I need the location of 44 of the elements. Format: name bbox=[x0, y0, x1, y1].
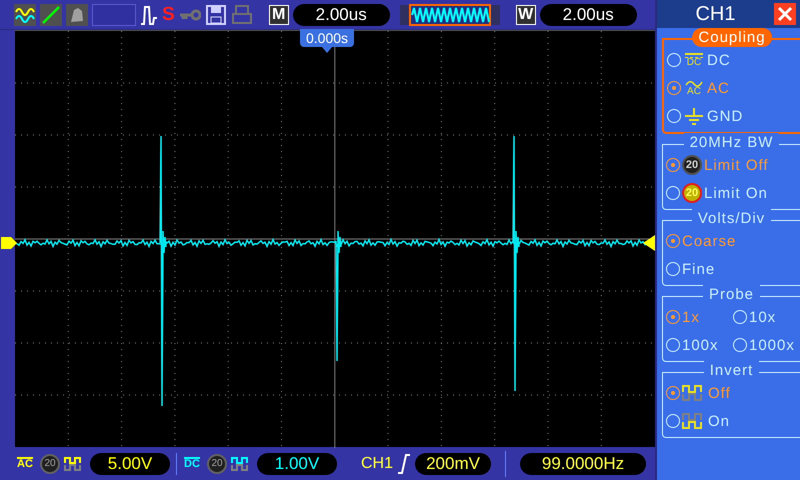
frequency-value: 99.0000Hz bbox=[520, 452, 646, 474]
bandwidth-icon: 20 bbox=[207, 454, 227, 474]
close-button[interactable] bbox=[774, 3, 796, 25]
channel-marker-icon bbox=[1, 235, 17, 251]
menu-title: CH1 bbox=[694, 4, 736, 24]
window-label[interactable]: W bbox=[516, 4, 536, 24]
radio-button[interactable] bbox=[666, 310, 680, 324]
timebase-value: 2.00us bbox=[292, 4, 390, 26]
option-label[interactable]: On bbox=[708, 414, 730, 428]
option-label[interactable]: DC bbox=[707, 52, 731, 68]
option-label[interactable]: AC bbox=[707, 80, 730, 96]
bandwidth-limit-icon: 20 bbox=[682, 183, 702, 203]
option-label[interactable]: Off bbox=[708, 386, 731, 400]
pulse-icon[interactable] bbox=[140, 4, 158, 26]
option-label[interactable]: 1x bbox=[682, 310, 700, 324]
radio-button[interactable] bbox=[666, 234, 680, 248]
waveform-window-icon[interactable] bbox=[400, 4, 500, 26]
line-icon[interactable] bbox=[40, 4, 62, 26]
volts-per-div-value: 1.00V bbox=[257, 452, 337, 474]
ground-icon bbox=[683, 106, 705, 126]
bandwidth-icon: 20 bbox=[40, 454, 60, 474]
dual-wave-icon[interactable] bbox=[14, 4, 36, 26]
option-label[interactable]: 10x bbox=[749, 310, 776, 324]
save-mode-text[interactable]: S bbox=[162, 5, 175, 24]
group-title: Coupling bbox=[692, 28, 772, 47]
radio-button[interactable] bbox=[666, 386, 680, 400]
option-label[interactable]: Limit Off bbox=[704, 158, 769, 172]
bandwidth-icon: 20 bbox=[682, 155, 702, 175]
option-label[interactable]: 1000x bbox=[749, 338, 795, 352]
close-icon bbox=[777, 6, 793, 22]
timebase-label[interactable]: M bbox=[268, 4, 289, 24]
option-label[interactable]: Fine bbox=[682, 262, 716, 276]
option-label[interactable]: Coarse bbox=[682, 234, 736, 248]
trigger-source: CH1 bbox=[361, 454, 394, 474]
trigger-level-value: 200mV bbox=[415, 452, 492, 474]
volts-per-div-value: 5.00V bbox=[90, 452, 170, 474]
persistence-icon[interactable] bbox=[66, 4, 88, 26]
option-label[interactable]: Limit On bbox=[704, 186, 768, 200]
option-label[interactable]: GND bbox=[707, 108, 744, 124]
radio-button[interactable] bbox=[667, 81, 681, 95]
rising-edge-icon bbox=[397, 454, 412, 474]
option-label[interactable]: 100x bbox=[682, 338, 719, 352]
window-value: 2.00us bbox=[540, 4, 637, 26]
radio-button[interactable] bbox=[666, 158, 680, 172]
